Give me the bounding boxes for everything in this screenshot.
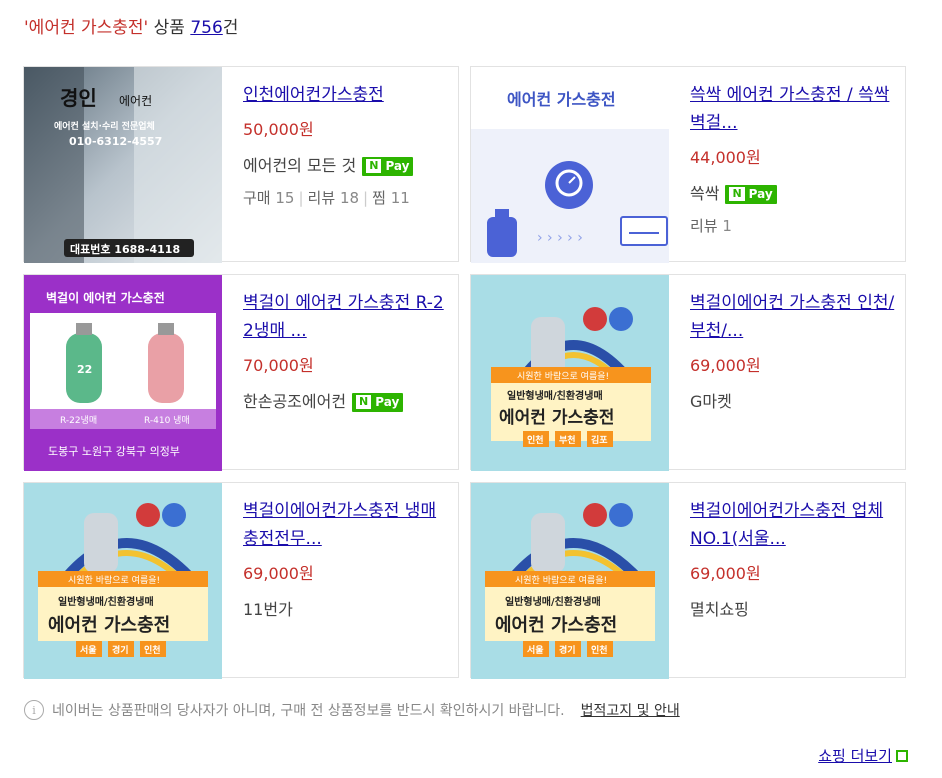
meta-label: 리뷰: [690, 217, 718, 235]
disclaimer-text: 네이버는 상품판매의 당사자가 아니며, 구매 전 상품정보를 반드시 확인하시…: [52, 703, 565, 719]
npay-label: Pay: [385, 159, 410, 173]
npay-n: N: [366, 159, 382, 173]
thumb-text: 인천: [591, 645, 608, 656]
thumb-text: 에어컨: [119, 94, 152, 108]
product-seller: 쓱싹 N Pay: [690, 183, 895, 205]
thumb-text: 시원한 바람으로 여름을!: [515, 574, 607, 586]
shopping-more-link[interactable]: 쇼핑 더보기: [818, 745, 908, 766]
product-thumbnail[interactable]: 에어컨 가스충전 › › › › ›: [471, 67, 669, 263]
meta-value: 11: [390, 189, 410, 207]
meta-label: 구매: [243, 189, 271, 207]
thumb-text: 에어컨 가스충전: [507, 90, 616, 109]
npay-label: Pay: [375, 395, 400, 409]
thumb-text: 010-6312-4557: [69, 135, 162, 148]
result-suffix: 건: [222, 18, 239, 38]
thumb-text: R-410 냉매: [144, 415, 190, 426]
product-card: 시원한 바람으로 여름을! 일반형냉매/친환경냉매 에어컨 가스충전 서울 경기…: [470, 482, 906, 679]
thumb-text: 도봉구 노원구 강북구 의정부: [48, 445, 180, 458]
product-seller: G마켓: [690, 391, 895, 413]
thumb-text: 에어컨 가스충전: [499, 408, 614, 428]
seller-name: 11번가: [243, 600, 293, 619]
npay-badge: N Pay: [725, 184, 777, 204]
thumb-text: 인천: [527, 435, 544, 446]
product-thumbnail[interactable]: 경인 에어컨 에어컨 설치·수리 전문업체 010-6312-4557 대표번호…: [24, 67, 222, 263]
product-title-link[interactable]: 쓱싹 에어컨 가스충전 / 쓱싹 벽걸...: [690, 81, 895, 137]
product-title-link[interactable]: 인천에어컨가스충전: [243, 81, 448, 109]
product-seller: 에어컨의 모든 것 N Pay: [243, 155, 448, 177]
product-card: 시원한 바람으로 여름을! 일반형냉매/친환경냉매 에어컨 가스충전 인천 부천…: [470, 274, 906, 471]
meta-label: 리뷰: [307, 189, 336, 207]
thumb-text: 시원한 바람으로 여름을!: [68, 574, 160, 586]
thumb-text: 시원한 바람으로 여름을!: [517, 370, 609, 382]
thumb-text: 일반형냉매/친환경냉매: [58, 595, 154, 608]
npay-badge: N Pay: [352, 392, 404, 412]
product-title-link[interactable]: 벽걸이 에어컨 가스충전 R-22냉매 ...: [243, 289, 448, 345]
npay-n: N: [356, 395, 372, 409]
product-card: 경인 에어컨 에어컨 설치·수리 전문업체 010-6312-4557 대표번호…: [23, 66, 459, 263]
result-header: '에어컨 가스충전' 상품 756건: [24, 14, 238, 42]
thumb-text: 경기: [559, 644, 576, 656]
thumb-text: 에어컨 설치·수리 전문업체: [54, 120, 155, 132]
product-price: 70,000원: [243, 356, 314, 375]
thumb-text: 서울: [80, 644, 97, 656]
info-icon: i: [24, 700, 44, 720]
thumb-text: 서울: [527, 644, 544, 656]
seller-name: 에어컨의 모든 것: [243, 156, 357, 175]
product-thumbnail[interactable]: 벽걸이 에어컨 가스충전 22 R-22냉매 R-410 냉매 도봉구 노원구 …: [24, 275, 222, 471]
product-price: 44,000원: [690, 148, 761, 167]
thumb-text: 일반형냉매/친환경냉매: [507, 389, 603, 402]
product-title-link[interactable]: 벽걸이에어컨가스충전 업체NO.1(서울...: [690, 497, 895, 553]
product-meta: 구매 15 | 리뷰 18 | 찜 11: [243, 189, 410, 207]
product-price: 69,000원: [243, 564, 314, 583]
product-price: 50,000원: [243, 120, 314, 139]
thumb-text: 대표번호 1688-4118: [70, 242, 180, 256]
product-seller: 11번가: [243, 599, 448, 621]
product-price: 69,000원: [690, 564, 761, 583]
more-square-icon: [896, 749, 908, 762]
search-query: '에어컨 가스충전': [24, 18, 149, 38]
thumb-text: 22: [77, 363, 92, 376]
thumb-text: 벽걸이 에어컨 가스충전: [46, 290, 165, 305]
product-card: 벽걸이 에어컨 가스충전 22 R-22냉매 R-410 냉매 도봉구 노원구 …: [23, 274, 459, 471]
shopping-more-label: 쇼핑 더보기: [818, 747, 892, 765]
product-thumbnail[interactable]: 시원한 바람으로 여름을! 일반형냉매/친환경냉매 에어컨 가스충전 서울 경기…: [471, 483, 669, 679]
seller-name: 쓱싹: [690, 184, 720, 203]
npay-label: Pay: [748, 187, 773, 201]
seller-name: 멸치쇼핑: [690, 600, 749, 619]
seller-name: G마켓: [690, 392, 732, 411]
result-count-link[interactable]: 756: [190, 18, 222, 38]
product-seller: 한손공조에어컨 N Pay: [243, 391, 448, 413]
npay-n: N: [729, 187, 745, 201]
product-card: 시원한 바람으로 여름을! 일반형냉매/친환경냉매 에어컨 가스충전 서울 경기…: [23, 482, 459, 679]
thumb-text: 에어컨 가스충전: [495, 615, 617, 636]
product-price: 69,000원: [690, 356, 761, 375]
legal-notice-link[interactable]: 법적고지 및 안내: [581, 700, 680, 720]
npay-badge: N Pay: [362, 156, 414, 176]
thumb-text: 일반형냉매/친환경냉매: [505, 595, 601, 608]
thumb-text: 경기: [112, 644, 129, 656]
disclaimer: i 네이버는 상품판매의 당사자가 아니며, 구매 전 상품정보를 반드시 확인…: [24, 700, 680, 720]
product-meta: 리뷰 1: [690, 215, 895, 237]
thumb-text: 에어컨 가스충전: [48, 615, 170, 636]
product-thumbnail[interactable]: 시원한 바람으로 여름을! 일반형냉매/친환경냉매 에어컨 가스충전 인천 부천…: [471, 275, 669, 471]
product-card: 에어컨 가스충전 › › › › › 쓱싹 에어컨 가스충전 / 쓱싹 벽걸..…: [470, 66, 906, 263]
result-label: 상품: [148, 18, 191, 38]
thumb-text: 인천: [144, 645, 161, 656]
meta-value: 15: [275, 189, 295, 207]
seller-name: 한손공조에어컨: [243, 392, 347, 411]
meta-label: 찜: [372, 189, 386, 207]
product-title-link[interactable]: 벽걸이에어컨가스충전 냉매충전전무...: [243, 497, 448, 553]
product-thumbnail[interactable]: 시원한 바람으로 여름을! 일반형냉매/친환경냉매 에어컨 가스충전 서울 경기…: [24, 483, 222, 679]
meta-value: 18: [339, 189, 360, 207]
product-seller: 멸치쇼핑: [690, 599, 895, 621]
thumb-text: 경인: [60, 86, 97, 110]
product-title-link[interactable]: 벽걸이에어컨 가스충전 인천/부천/...: [690, 289, 895, 345]
meta-value: 1: [722, 217, 732, 235]
thumb-text: 부천: [559, 435, 576, 446]
svg-text:› › › › ›: › › › › ›: [537, 230, 583, 246]
thumb-text: 김포: [591, 434, 608, 446]
thumb-text: R-22냉매: [60, 415, 97, 426]
